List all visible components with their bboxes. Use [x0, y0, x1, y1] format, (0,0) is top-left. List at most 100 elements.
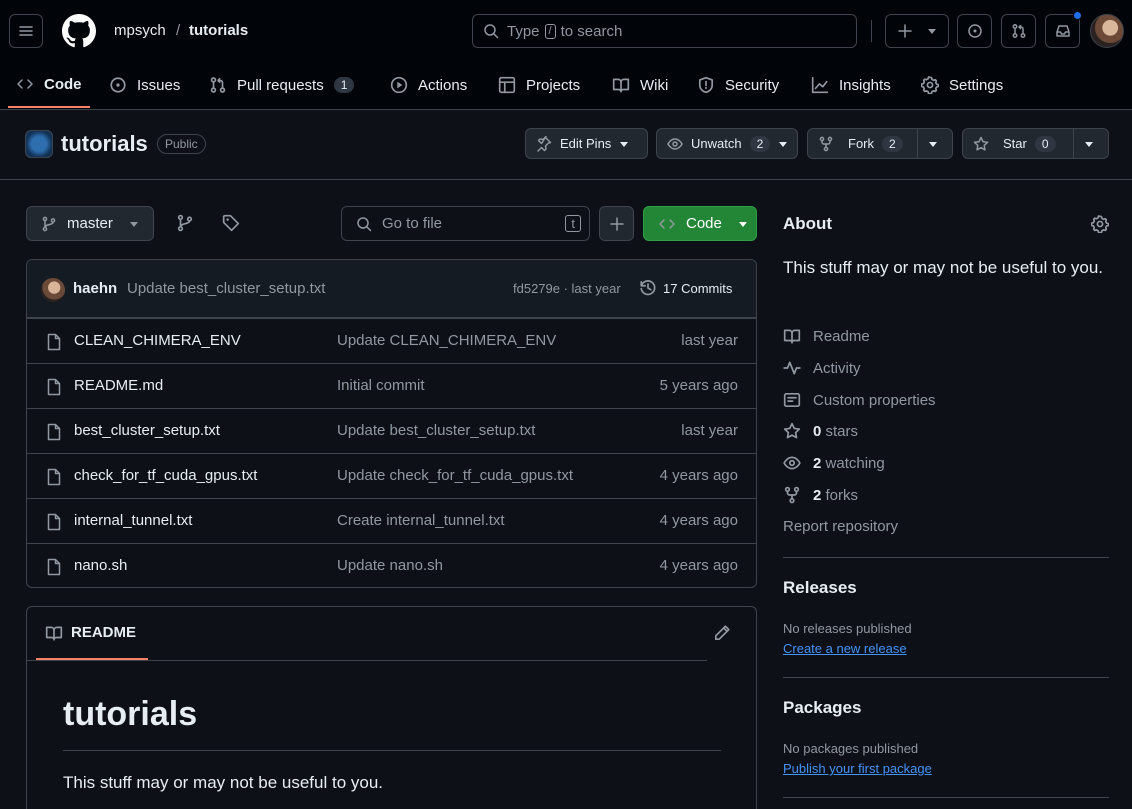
tab-settings[interactable]: Settings [921, 62, 1003, 108]
unwatch-label: Unwatch [691, 136, 742, 151]
edit-pins-button[interactable]: Edit Pins [525, 128, 648, 159]
author-avatar[interactable] [41, 278, 65, 302]
code-button[interactable]: Code [643, 206, 757, 241]
file-commit-message[interactable]: Update nano.sh [337, 557, 443, 574]
fork-dropdown[interactable] [918, 129, 948, 158]
issue-icon [967, 24, 982, 38]
custom-properties-link[interactable]: Custom properties [783, 391, 936, 409]
fork-button[interactable]: Fork 2 [807, 128, 953, 159]
triangle-down-icon [738, 221, 747, 227]
pin-icon [537, 135, 552, 152]
inbox-icon [1055, 25, 1070, 37]
readme-link-label: Readme [813, 327, 870, 345]
packages-title[interactable]: Packages [783, 698, 861, 718]
sidebar-divider [783, 677, 1109, 678]
table-row: CLEAN_CHIMERA_ENV Update CLEAN_CHIMERA_E… [27, 318, 756, 363]
packages-section: Packages No packages published Publish y… [783, 698, 1109, 788]
tab-insights[interactable]: Insights [811, 62, 891, 108]
file-name[interactable]: nano.sh [74, 557, 127, 574]
eye-icon [667, 137, 683, 150]
repo-title[interactable]: tutorials [61, 131, 148, 157]
file-commit-message[interactable]: Initial commit [337, 377, 425, 394]
file-commit-time: last year [681, 332, 738, 349]
file-name[interactable]: check_for_tf_cuda_gpus.txt [74, 467, 257, 484]
readme-link[interactable]: Readme [783, 327, 870, 345]
report-repository-link[interactable]: Report repository [783, 518, 898, 535]
packages-empty-text: No packages published [783, 741, 919, 756]
global-search-input[interactable]: Type / to search [472, 14, 857, 48]
search-shortcut-key: / [544, 23, 556, 39]
issues-button[interactable] [957, 14, 992, 48]
pull-request-icon [210, 77, 226, 93]
watch-count-badge: 2 [749, 135, 771, 152]
file-commit-message[interactable]: Create internal_tunnel.txt [337, 512, 505, 529]
file-name[interactable]: internal_tunnel.txt [74, 512, 192, 529]
forks-link[interactable]: 2 forks [783, 486, 858, 504]
triangle-down-icon [1085, 141, 1093, 147]
file-commit-message[interactable]: Update best_cluster_setup.txt [337, 422, 535, 439]
table-icon [498, 76, 516, 94]
activity-link[interactable]: Activity [783, 359, 861, 377]
gear-icon [1091, 215, 1109, 233]
graph-icon [811, 76, 829, 94]
create-release-link[interactable]: Create a new release [783, 641, 907, 656]
tab-actions[interactable]: Actions [390, 62, 467, 108]
watching-link[interactable]: 2 watching [783, 454, 885, 472]
stars-link[interactable]: 0 stars [783, 422, 858, 440]
triangle-down-icon [929, 141, 937, 147]
user-avatar[interactable] [1090, 14, 1124, 48]
table-row: README.md Initial commit 5 years ago [27, 363, 756, 408]
sidebar-divider [783, 557, 1109, 558]
go-to-file-input[interactable]: Go to file t [341, 206, 590, 241]
search-icon [357, 216, 372, 231]
star-icon [783, 422, 801, 439]
tab-security[interactable]: Security [697, 62, 779, 108]
tab-label: Wiki [640, 76, 669, 94]
readme-tab-label: README [71, 624, 137, 641]
global-header: mpsych / tutorials Type / to search Code… [0, 0, 1132, 110]
readme-tab[interactable]: README [36, 607, 148, 660]
file-icon [47, 378, 61, 396]
publish-package-link[interactable]: Publish your first package [783, 761, 932, 776]
play-icon [390, 76, 408, 94]
tab-label: Security [725, 76, 780, 94]
pull-request-icon [1012, 24, 1025, 38]
releases-title[interactable]: Releases [783, 578, 857, 598]
file-commit-message[interactable]: Update check_for_tf_cuda_gpus.txt [337, 467, 573, 484]
about-settings-button[interactable] [1091, 215, 1109, 233]
file-name[interactable]: best_cluster_setup.txt [74, 422, 220, 439]
pull-requests-button[interactable] [1001, 14, 1036, 48]
breadcrumb-repo[interactable]: tutorials [189, 22, 248, 39]
github-logo-icon[interactable] [62, 14, 96, 48]
tab-label: Code [44, 75, 82, 93]
tab-projects[interactable]: Projects [498, 62, 580, 108]
commit-message[interactable]: Update best_cluster_setup.txt [127, 280, 325, 297]
repo-owner-avatar[interactable] [25, 130, 53, 158]
tab-label: Settings [949, 76, 1004, 94]
unwatch-button[interactable]: Unwatch 2 [656, 128, 798, 159]
readme-edit-button[interactable] [713, 624, 731, 642]
file-commit-message[interactable]: Update CLEAN_CHIMERA_ENV [337, 332, 556, 349]
create-new-button[interactable] [885, 14, 949, 48]
fork-icon [819, 136, 833, 151]
commits-link[interactable]: 17 Commits [639, 279, 732, 297]
file-name[interactable]: CLEAN_CHIMERA_ENV [74, 332, 241, 349]
go-to-file-shortcut: t [565, 215, 581, 232]
star-dropdown[interactable] [1074, 129, 1104, 158]
branches-button[interactable] [176, 214, 194, 232]
commit-hash-time[interactable]: fd5279e · last year [513, 281, 621, 296]
watching-label: watching [825, 454, 885, 472]
tags-button[interactable] [222, 214, 240, 232]
tab-code[interactable]: Code [8, 62, 90, 108]
menu-button[interactable] [9, 14, 43, 48]
commit-author[interactable]: haehn [73, 280, 117, 297]
breadcrumb-owner[interactable]: mpsych [114, 22, 166, 39]
branch-select-button[interactable]: master [26, 206, 154, 241]
file-name[interactable]: README.md [74, 377, 163, 394]
add-file-button[interactable] [599, 206, 634, 241]
tab-pull-requests[interactable]: Pull requests 1 [209, 62, 355, 108]
breadcrumb-separator: / [176, 22, 181, 39]
star-button[interactable]: Star 0 [962, 128, 1109, 159]
tab-wiki[interactable]: Wiki [612, 62, 668, 108]
tab-issues[interactable]: Issues [109, 62, 180, 108]
